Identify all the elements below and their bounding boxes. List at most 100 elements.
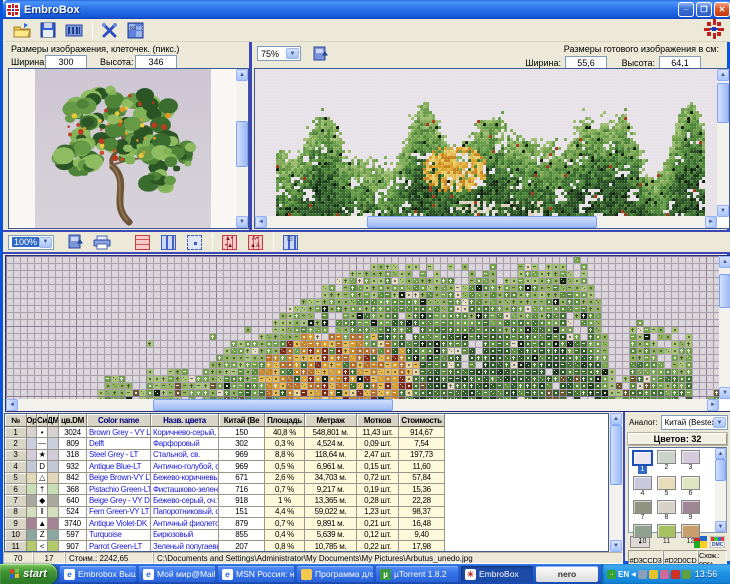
table-row[interactable]: 2—809DelftФарфоровый3020,3 %4,524 м.0,09… [5, 438, 608, 449]
table-cell[interactable]: Z [37, 530, 48, 541]
scroll-up-icon[interactable] [236, 69, 248, 81]
stitch-preview[interactable] [255, 69, 717, 217]
scroll-track[interactable] [715, 459, 726, 521]
table-cell[interactable]: 150 [219, 427, 265, 438]
scroll-thumb[interactable] [236, 121, 248, 167]
scroll-track[interactable] [18, 399, 707, 411]
table-header-7[interactable]: Китай (Ве [219, 414, 265, 427]
table-cell[interactable]: 4 [5, 461, 27, 472]
table-cell[interactable]: ▲ [37, 518, 48, 529]
table-cell[interactable]: 0,15 шт. [357, 461, 399, 472]
table-header-3[interactable]: ДМ [48, 414, 59, 427]
maximize-button[interactable] [696, 2, 712, 17]
preview-hscroll[interactable] [255, 216, 717, 228]
taskbar-task-1[interactable]: eEmbrobox Выши... [60, 566, 136, 582]
palette-swatch-3[interactable]: 3 [680, 450, 701, 474]
dropdown-arrow-icon[interactable] [713, 417, 726, 428]
palette-swatch-4[interactable]: 4 [632, 476, 653, 498]
table-cell[interactable]: 7,54 [399, 438, 445, 449]
table-cell[interactable] [48, 484, 59, 495]
table-cell[interactable]: Parrot Green-LT [87, 541, 151, 552]
table-cell[interactable] [48, 541, 59, 552]
table-cell[interactable] [48, 495, 59, 506]
table-cell[interactable]: 15,36 [399, 484, 445, 495]
table-cell[interactable] [27, 461, 37, 472]
table-cell[interactable]: 914,67 [399, 427, 445, 438]
table-header-0[interactable]: № [5, 414, 27, 427]
scroll-down-icon[interactable] [719, 387, 730, 399]
table-cell[interactable]: 0,4 % [265, 530, 305, 541]
table-cell[interactable]: Антично-голубой, св. [151, 461, 219, 472]
palette-swatch-1[interactable]: 1 [632, 450, 653, 474]
table-cell[interactable]: 151 [219, 507, 265, 518]
table-cell[interactable]: 932 [59, 461, 87, 472]
table-cell[interactable]: — [37, 438, 48, 449]
scroll-down-icon[interactable] [610, 540, 622, 552]
table-cell[interactable] [27, 495, 37, 506]
table-cell[interactable]: 6,961 м. [305, 461, 357, 472]
table-cell[interactable] [48, 530, 59, 541]
open-button[interactable] [10, 20, 34, 41]
table-cell[interactable]: Beige Brown-VY LT [87, 473, 151, 484]
table-cell[interactable]: 11,60 [399, 461, 445, 472]
table-row[interactable]: 10Z597TurquoiseБирюзовый8550,4 %5,639 м.… [5, 530, 608, 541]
palette-swatch-7[interactable]: 7 [632, 500, 653, 522]
table-cell[interactable]: 9,40 [399, 530, 445, 541]
source-image-vscroll[interactable] [236, 69, 248, 228]
table-cell[interactable]: 4,524 м. [305, 438, 357, 449]
table-cell[interactable]: 716 [219, 484, 265, 495]
table-cell[interactable] [48, 450, 59, 461]
table-header-2[interactable]: Си [37, 414, 48, 427]
table-header-1[interactable]: Ор [27, 414, 37, 427]
view-symbols-color-button[interactable]: ▲••▲ [217, 232, 241, 253]
table-cell[interactable]: △ [37, 473, 48, 484]
table-cell[interactable]: • [37, 427, 48, 438]
table-cell[interactable]: Turquoise [87, 530, 151, 541]
table-cell[interactable] [27, 518, 37, 529]
table-cell[interactable]: Бирюзовый [151, 530, 219, 541]
table-cell[interactable]: 197,73 [399, 450, 445, 461]
tray-icon-3[interactable] [660, 570, 669, 579]
table-cell[interactable]: ‖ [37, 507, 48, 518]
scroll-right-icon[interactable] [707, 399, 719, 411]
table-cell[interactable] [48, 427, 59, 438]
table-cell[interactable]: Бежево-серый, оч.т. [151, 495, 219, 506]
table-cell[interactable]: 11,43 шт. [357, 427, 399, 438]
language-indicator[interactable]: EN [618, 570, 629, 579]
image-height-input[interactable]: 346 [135, 55, 177, 69]
taskbar-task-6[interactable]: ✳EmbroBox [461, 566, 533, 582]
palette-swatch-9[interactable]: 9 [680, 500, 701, 522]
scroll-up-icon[interactable] [715, 448, 726, 459]
table-header-9[interactable]: Метраж [305, 414, 357, 427]
table-cell[interactable]: 969 [219, 461, 265, 472]
table-cell[interactable]: Фисташково-зеленый, с [151, 484, 219, 495]
table-cell[interactable]: 6 [5, 484, 27, 495]
palette-vscroll[interactable] [715, 448, 726, 532]
nero-launch-button[interactable]: nero [536, 566, 598, 582]
table-cell[interactable] [27, 450, 37, 461]
table-row[interactable]: 4D932Antique Blue-LTАнтично-голубой, св.… [5, 461, 608, 472]
table-row[interactable]: 6†368Pistachio Green-LTФисташково-зелены… [5, 484, 608, 495]
table-cell[interactable]: ◆ [37, 495, 48, 506]
scroll-left-icon[interactable] [255, 216, 267, 228]
pattern-canvas[interactable] [6, 256, 719, 399]
table-cell[interactable] [27, 530, 37, 541]
symbols-view-button[interactable]: ЬЕМК [123, 20, 147, 41]
scroll-thumb[interactable] [610, 425, 622, 485]
table-cell[interactable]: 98,37 [399, 507, 445, 518]
tray-icon-4[interactable] [671, 570, 680, 579]
table-cell[interactable]: 10,785 м. [305, 541, 357, 552]
table-cell[interactable]: 3740 [59, 518, 87, 529]
table-cell[interactable]: 3024 [59, 427, 87, 438]
table-cell[interactable]: 0,19 шт. [357, 484, 399, 495]
table-cell[interactable]: 0,8 % [265, 541, 305, 552]
table-cell[interactable]: 548,801 м. [305, 427, 357, 438]
table-cell[interactable]: 9 [5, 518, 27, 529]
table-cell[interactable]: Delft [87, 438, 151, 449]
table-cell[interactable]: 9,217 м. [305, 484, 357, 495]
panel-splitter[interactable] [249, 42, 252, 230]
table-cell[interactable]: 9,891 м. [305, 518, 357, 529]
scroll-track[interactable] [719, 268, 730, 387]
table-cell[interactable]: 40,8 % [265, 427, 305, 438]
table-cell[interactable]: 3 [5, 450, 27, 461]
